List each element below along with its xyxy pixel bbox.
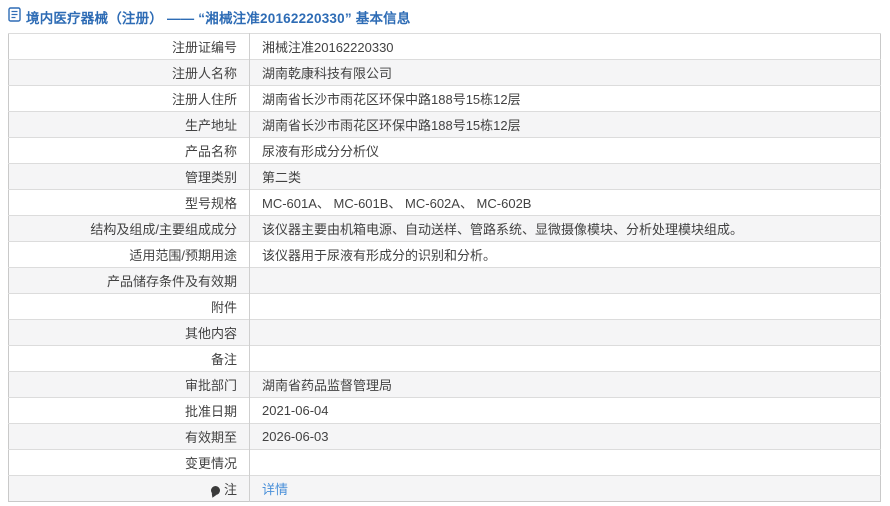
table-row: 生产地址 湖南省长沙市雨花区环保中路188号15栋12层 [8, 111, 881, 138]
row-label-text: 型号规格 [184, 196, 237, 211]
info-table-body: 注册证编号 湘械注准20162220330 注册人名称 湖南乾康科技有限公司 注册人住所… [8, 33, 881, 502]
table-row: 附件 [8, 293, 881, 320]
table-row: 批准日期 2021-06-04 [8, 397, 881, 424]
row-value [249, 293, 881, 320]
row-label: 注册证编号 [8, 33, 250, 60]
note-balloon-icon [210, 486, 220, 495]
details-link[interactable]: 详情 [262, 482, 288, 497]
table-row: 有效期至 2026-06-03 [8, 423, 881, 450]
row-label: 管理类别 [8, 163, 250, 190]
table-row: 备注 [8, 345, 881, 372]
row-label-text: 注册人名称 [171, 66, 237, 81]
row-value [249, 449, 881, 476]
row-label-text: 结构及组成/主要组成成分 [90, 222, 237, 237]
row-label: 结构及组成/主要组成成分 [8, 215, 250, 242]
row-value [249, 319, 881, 346]
table-row: 注 详情 [8, 475, 881, 502]
table-row: 变更情况 [8, 449, 881, 476]
row-label: 注册人住所 [8, 85, 250, 112]
row-label-text: 注册证编号 [171, 40, 237, 55]
row-label-text: 变更情况 [184, 456, 237, 471]
row-label-text: 审批部门 [184, 378, 237, 393]
row-label-text: 注 [223, 482, 237, 497]
row-label: 有效期至 [8, 423, 250, 450]
row-label: 附件 [8, 293, 250, 320]
row-label-text: 备注 [210, 352, 237, 367]
page-title: 境内医疗器械（注册） —— “湘械注准20162220330” 基本信息 [26, 11, 411, 26]
row-label-text: 有效期至 [184, 430, 237, 445]
table-row: 产品储存条件及有效期 [8, 267, 881, 294]
row-label: 产品储存条件及有效期 [8, 267, 250, 294]
table-row: 注册证编号 湘械注准20162220330 [8, 33, 881, 60]
row-value: 湖南乾康科技有限公司 [249, 59, 881, 86]
row-value: 2026-06-03 [249, 423, 881, 450]
row-value [249, 345, 881, 372]
row-label: 产品名称 [8, 137, 250, 164]
registration-info-table: 注册证编号 湘械注准20162220330 注册人名称 湖南乾康科技有限公司 注册人住所… [8, 33, 881, 502]
row-label: 生产地址 [8, 111, 250, 138]
row-label: 其他内容 [8, 319, 250, 346]
row-value: 湖南省长沙市雨花区环保中路188号15栋12层 [249, 85, 881, 112]
row-label-text: 附件 [210, 300, 237, 315]
row-value [249, 267, 881, 294]
row-value: 第二类 [249, 163, 881, 190]
page-header: 境内医疗器械（注册） —— “湘械注准20162220330” 基本信息 [0, 0, 890, 33]
row-label-text: 产品名称 [184, 144, 237, 159]
table-row: 产品名称 尿液有形成分分析仪 [8, 137, 881, 164]
table-row: 注册人名称 湖南乾康科技有限公司 [8, 59, 881, 86]
row-value: MC-601A、 MC-601B、 MC-602A、 MC-602B [249, 189, 881, 216]
table-row: 其他内容 [8, 319, 881, 346]
row-value: 湘械注准20162220330 [249, 33, 881, 60]
table-row: 结构及组成/主要组成成分 该仪器主要由机箱电源、自动送样、管路系统、显微摄像模块、… [8, 215, 881, 242]
document-icon [8, 7, 21, 27]
row-value: 详情 [249, 475, 881, 502]
table-row: 注册人住所 湖南省长沙市雨花区环保中路188号15栋12层 [8, 85, 881, 112]
row-label: 适用范围/预期用途 [8, 241, 250, 268]
row-label-text: 注册人住所 [171, 92, 237, 107]
row-label-text: 管理类别 [184, 170, 237, 185]
row-label: 变更情况 [8, 449, 250, 476]
table-row: 管理类别 第二类 [8, 163, 881, 190]
table-row: 适用范围/预期用途 该仪器用于尿液有形成分的识别和分析。 [8, 241, 881, 268]
row-value: 该仪器主要由机箱电源、自动送样、管路系统、显微摄像模块、分析处理模块组成。 [249, 215, 881, 242]
row-value: 尿液有形成分分析仪 [249, 137, 881, 164]
row-label-text: 适用范围/预期用途 [129, 248, 237, 263]
row-label-text: 批准日期 [184, 404, 237, 419]
row-label: 审批部门 [8, 371, 250, 398]
row-value: 该仪器用于尿液有形成分的识别和分析。 [249, 241, 881, 268]
row-label: 批准日期 [8, 397, 250, 424]
row-label-text: 其他内容 [184, 326, 237, 341]
row-value: 湖南省长沙市雨花区环保中路188号15栋12层 [249, 111, 881, 138]
row-label: 注 [8, 475, 250, 502]
table-row: 型号规格 MC-601A、 MC-601B、 MC-602A、 MC-602B [8, 189, 881, 216]
row-label-text: 产品储存条件及有效期 [106, 274, 237, 289]
row-label-text: 生产地址 [184, 118, 237, 133]
row-value: 湖南省药品监督管理局 [249, 371, 881, 398]
table-row: 审批部门 湖南省药品监督管理局 [8, 371, 881, 398]
row-label: 注册人名称 [8, 59, 250, 86]
row-label: 型号规格 [8, 189, 250, 216]
row-label: 备注 [8, 345, 250, 372]
row-value: 2021-06-04 [249, 397, 881, 424]
